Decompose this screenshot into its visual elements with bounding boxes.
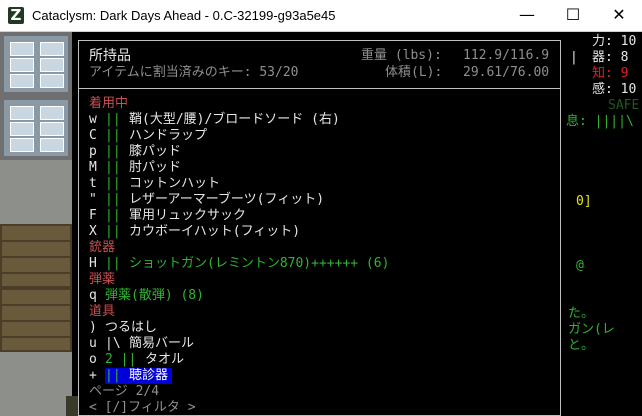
safe-mode-indicator: SAFE [608, 98, 640, 113]
inventory-item[interactable]: レザーアーマーブーツ(フィット) [129, 192, 324, 208]
map-tile-window [0, 96, 72, 160]
item-durability: 2 || [105, 352, 137, 367]
inventory-item-selected[interactable]: 聴診器 [125, 368, 173, 384]
item-durability: || [105, 208, 121, 223]
item-durability: || [105, 192, 121, 207]
inventory-item[interactable]: カウボーイハット(フィット) [129, 224, 300, 240]
item-durability-selected: || [105, 368, 125, 384]
item-key: H [89, 256, 97, 271]
section-header-firearms: 銃器 [89, 240, 116, 255]
inventory-item[interactable]: 膝パッド [129, 144, 181, 160]
item-key: t [89, 176, 97, 191]
page-indicator: ページ 2/4 [89, 384, 160, 399]
map-tile-wall [0, 160, 72, 224]
stat-perception: 感: 10 [592, 82, 637, 97]
item-key: q [89, 288, 97, 303]
item-key: M [89, 160, 97, 175]
close-button[interactable]: ✕ [596, 0, 642, 31]
map-tile-post [66, 396, 78, 416]
map-tile-door [0, 288, 72, 352]
message-log-line: と。 [568, 338, 595, 353]
map-bracket-glyph: 0] [576, 194, 592, 209]
message-log-line: ガン(レ [568, 322, 615, 337]
stat-intelligence: 知: 9 [592, 66, 629, 81]
app-icon: Z [8, 7, 24, 24]
inventory-item[interactable]: ショットガン(レミントン870)++++++ (6) [129, 256, 389, 272]
section-header-tools: 道具 [89, 304, 116, 319]
inventory-item[interactable]: 弾薬(散弾) (8) [105, 288, 204, 304]
volume-label: 体積(L): [385, 65, 443, 80]
inventory-item[interactable]: 簡易バール [129, 336, 194, 352]
item-durability: || [105, 128, 121, 143]
weight-label: 重量 (lbs): [361, 48, 442, 63]
window-titlebar: Z Cataclysm: Dark Days Ahead - 0.C-32199… [0, 0, 642, 32]
inventory-item[interactable]: タオル [145, 352, 184, 368]
maximize-button[interactable]: ☐ [550, 0, 596, 31]
item-key: + [89, 368, 97, 383]
window-title: Cataclysm: Dark Days Ahead - 0.C-32199-g… [32, 8, 336, 23]
item-durability: || [105, 160, 121, 175]
stat-strength: 力: 10 [592, 34, 637, 49]
item-key: p [89, 144, 97, 159]
inventory-item[interactable]: 肘パッド [129, 160, 181, 176]
item-key: C [89, 128, 97, 143]
item-durability: || [105, 224, 121, 239]
item-durability: || [105, 112, 121, 127]
item-durability: || [105, 256, 121, 271]
filter-button[interactable]: < [/]フィルタ > [89, 400, 196, 416]
weight-value: 112.9/116.9 [463, 48, 550, 63]
minimize-button[interactable]: — [504, 0, 550, 31]
section-header-worn: 着用中 [89, 96, 129, 111]
item-durability: || [105, 144, 121, 159]
item-durability: |\ [105, 336, 121, 351]
volume-value: 29.61/76.00 [463, 65, 550, 80]
assigned-keys-count: アイテムに割当済みのキー: 53/20 [89, 65, 299, 80]
item-key: o [89, 352, 97, 367]
section-header-ammo: 弾薬 [89, 272, 116, 287]
item-key: u [89, 336, 97, 351]
item-key: X [89, 224, 97, 239]
map-tile-window [0, 32, 72, 96]
item-key: w [89, 112, 97, 127]
item-durability: || [105, 176, 121, 191]
stat-dexterity: 器: 8 [592, 50, 629, 65]
item-key: ) [89, 320, 97, 335]
inventory-item[interactable]: 鞘(大型/腰)/ブロードソード (右) [129, 112, 340, 128]
inventory-title: 所持品 [89, 48, 131, 64]
inventory-item[interactable]: ハンドラップ [129, 128, 207, 144]
player-glyph: @ [576, 258, 584, 273]
item-key: F [89, 208, 97, 223]
inventory-item[interactable]: 軍用リュックサック [129, 208, 246, 224]
side-bar-glyph: | [570, 50, 578, 65]
header-divider [79, 88, 560, 89]
message-log-line: た。 [568, 306, 595, 321]
inventory-panel: 所持品 アイテムに割当済みのキー: 53/20 重量 (lbs): 112.9/… [78, 40, 561, 416]
breath-meter: 息: ||||\ [566, 114, 634, 129]
inventory-item[interactable]: つるはし [105, 320, 157, 336]
map-tile-wall [0, 352, 72, 416]
item-key: " [89, 192, 97, 207]
inventory-item[interactable]: コットンハット [129, 176, 220, 192]
map-tile-door [0, 224, 72, 288]
